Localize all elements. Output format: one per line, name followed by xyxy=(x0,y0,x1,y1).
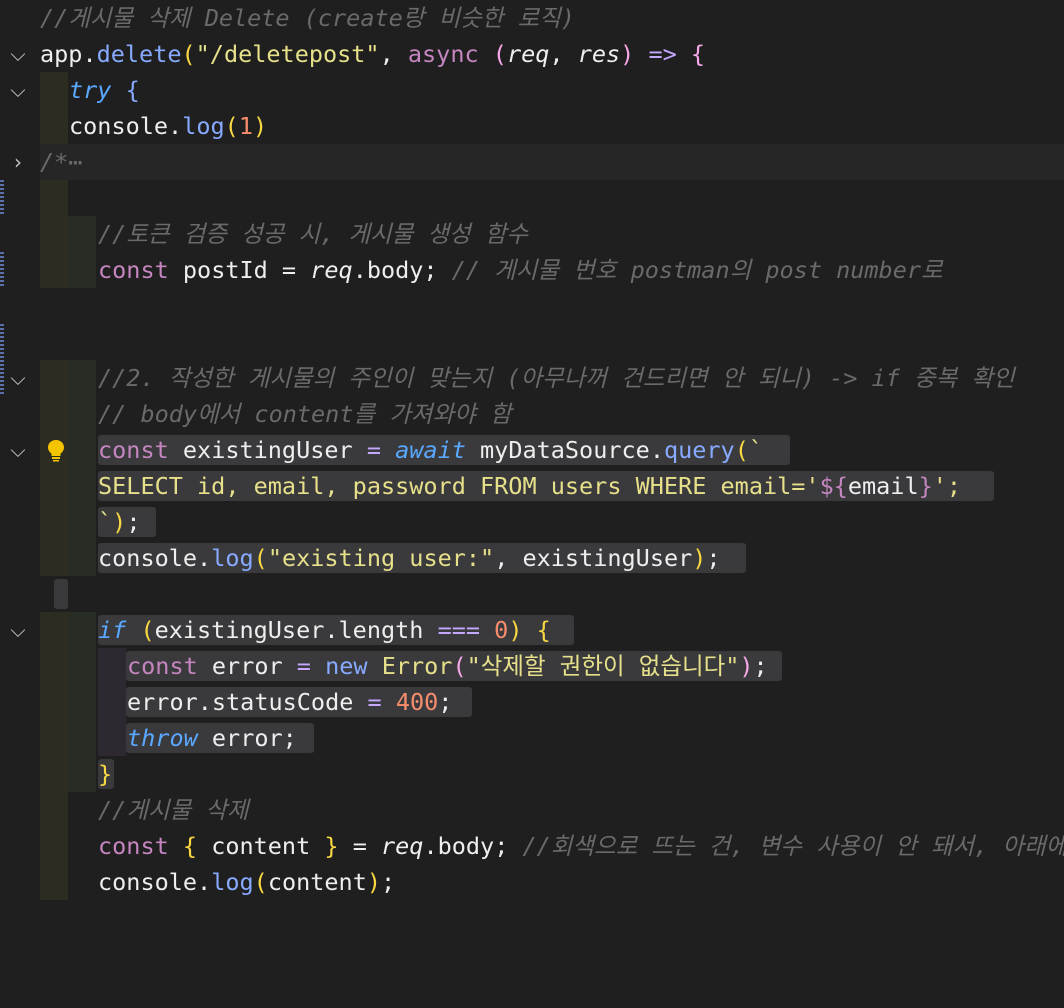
chevron-down-icon[interactable]: ⌵ xyxy=(6,36,30,72)
code-line[interactable]: ⌵ if (existingUser.length === 0) { xyxy=(0,612,1064,648)
indent-guide xyxy=(40,540,68,576)
indent-guide xyxy=(68,720,96,756)
lightbulb-icon[interactable] xyxy=(45,438,67,462)
code-line[interactable]: error.statusCode = 400; xyxy=(0,684,1064,720)
indent-guide xyxy=(68,216,96,252)
code-line[interactable]: const error = new Error("삭제할 권한이 없습니다"); xyxy=(0,648,1064,684)
code-line[interactable] xyxy=(0,180,1064,216)
chevron-down-icon[interactable]: ⌵ xyxy=(6,432,30,468)
code-line[interactable]: › /*⋯ xyxy=(0,144,1064,288)
chevron-down-icon[interactable]: ⌵ xyxy=(6,72,30,108)
code-line[interactable]: const postId = req.body; // 게시물 번호 postm… xyxy=(0,252,1064,360)
code-text: const postId = req.body; // 게시물 번호 postm… xyxy=(98,256,943,284)
code-text: SELECT id, email, password FROM users WH… xyxy=(98,472,962,500)
indent-guide xyxy=(68,396,96,432)
indent-guide xyxy=(40,864,68,900)
code-text: throw error; xyxy=(127,724,297,752)
code-text: `); xyxy=(98,508,141,536)
indent-guide xyxy=(40,396,68,432)
indent-guide xyxy=(40,180,68,216)
code-line[interactable]: //토큰 검증 성공 시, 게시물 생성 함수 xyxy=(0,216,1064,252)
indent-guide xyxy=(68,648,96,684)
indent-guide xyxy=(98,720,126,756)
indent-guide xyxy=(40,612,68,648)
chevron-down-icon[interactable]: ⌵ xyxy=(6,360,30,396)
code-line[interactable]: console.log("existing user:", existingUs… xyxy=(0,540,1064,576)
code-line[interactable]: throw error; xyxy=(0,720,1064,756)
indent-guide xyxy=(68,504,96,540)
indent-guide xyxy=(40,720,68,756)
indent-guide xyxy=(40,108,68,144)
code-text: console.log("existing user:", existingUs… xyxy=(98,544,721,572)
code-line[interactable] xyxy=(0,288,1064,396)
code-line[interactable]: ⌵ try { xyxy=(0,72,1064,108)
indent-guide xyxy=(40,252,68,288)
indent-guide xyxy=(40,828,68,864)
indent-guide xyxy=(40,684,68,720)
comment-text: //토큰 검증 성공 시, 게시물 생성 함수 xyxy=(98,220,529,248)
comment-text: //게시물 삭제 Delete (create랑 비슷한 로직) xyxy=(40,4,575,32)
code-text: const { content } = req.body; //회색으로 뜨는 … xyxy=(98,832,1064,860)
chevron-down-icon[interactable]: ⌵ xyxy=(6,612,30,648)
code-line[interactable]: SELECT id, email, password FROM users WH… xyxy=(0,468,1064,504)
folded-comment[interactable]: /*⋯ xyxy=(40,144,82,180)
code-text: } xyxy=(98,760,113,788)
indent-guide xyxy=(68,468,96,504)
comment-text: // body에서 content를 가져와야 함 xyxy=(98,400,512,428)
code-line[interactable] xyxy=(0,576,1064,612)
indent-guide xyxy=(40,72,68,108)
code-line[interactable]: `); xyxy=(0,504,1064,540)
code-line[interactable]: const { content } = req.body; //회색으로 뜨는 … xyxy=(0,828,1064,864)
indent-guide xyxy=(40,648,68,684)
selection-highlight xyxy=(54,579,68,609)
code-line[interactable]: //게시물 삭제 xyxy=(0,792,1064,828)
indent-guide xyxy=(68,612,96,648)
code-editor[interactable]: //게시물 삭제 Delete (create랑 비슷한 로직) ⌵ app.d… xyxy=(0,0,1064,912)
code-text: console.log(content); xyxy=(98,868,396,896)
indent-guide xyxy=(40,792,68,828)
indent-guide xyxy=(68,756,96,792)
code-line[interactable]: ⌵ //2. 작성한 게시물의 주인이 맞는지 (아무나꺼 건드리면 안 되니)… xyxy=(0,360,1064,396)
chevron-right-icon[interactable]: › xyxy=(6,144,30,180)
code-line[interactable]: ⌵ app.delete("/deletepost", async (req, … xyxy=(0,36,1064,72)
indent-guide xyxy=(40,756,68,792)
indent-guide xyxy=(40,468,68,504)
code-line[interactable]: console.log(content); xyxy=(0,864,1064,900)
indent-guide xyxy=(40,360,68,396)
comment-text: //2. 작성한 게시물의 주인이 맞는지 (아무나꺼 건드리면 안 되니) -… xyxy=(98,364,1015,392)
code-text: app.delete("/deletepost", async (req, re… xyxy=(40,40,706,68)
code-line[interactable]: //게시물 삭제 Delete (create랑 비슷한 로직) xyxy=(0,0,1064,36)
indent-guide xyxy=(68,252,96,288)
code-text: error.statusCode = 400; xyxy=(127,688,453,716)
indent-guide xyxy=(68,432,96,468)
comment-text: //게시물 삭제 xyxy=(98,796,249,824)
code-line[interactable]: ⌵ const existingUser = await myDataSourc… xyxy=(0,432,1064,468)
code-text: try { xyxy=(69,76,140,104)
indent-guide xyxy=(40,216,68,252)
current-line-highlight xyxy=(40,144,1064,180)
code-text: const existingUser = await myDataSource.… xyxy=(98,436,764,464)
indent-guide xyxy=(68,360,96,396)
indent-guide xyxy=(98,684,126,720)
code-text: if (existingUser.length === 0) { xyxy=(98,616,551,644)
code-text: const error = new Error("삭제할 권한이 없습니다"); xyxy=(127,652,768,680)
code-line[interactable]: // body에서 content를 가져와야 함 xyxy=(0,396,1064,432)
code-text: console.log(1) xyxy=(69,112,268,140)
code-line[interactable]: } xyxy=(0,756,1064,792)
indent-guide xyxy=(40,504,68,540)
indent-guide xyxy=(98,648,126,684)
indent-guide xyxy=(68,540,96,576)
indent-guide xyxy=(68,684,96,720)
code-line[interactable]: console.log(1) xyxy=(0,108,1064,216)
